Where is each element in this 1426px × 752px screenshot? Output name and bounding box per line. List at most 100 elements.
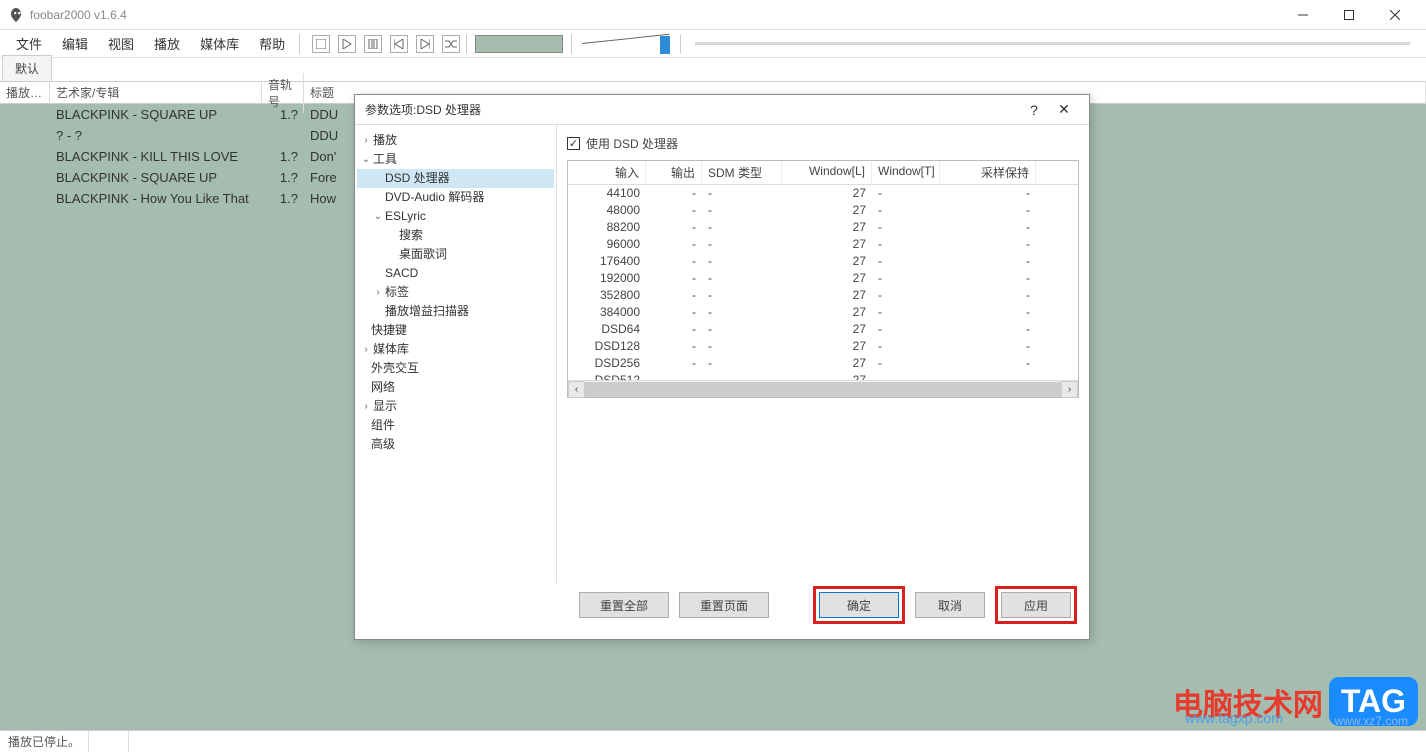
- tree-components[interactable]: 组件: [357, 416, 554, 435]
- th-input[interactable]: 输入: [568, 161, 646, 184]
- spectrum-display: [475, 35, 563, 53]
- menu-edit[interactable]: 编辑: [52, 30, 98, 57]
- separator: [299, 34, 300, 54]
- watermark: 电脑技术网 www.tagxp.com TAG www.xz7.com: [1173, 677, 1418, 726]
- use-dsd-checkbox[interactable]: ✓ 使用 DSD 处理器: [567, 135, 1079, 152]
- tree-network[interactable]: 网络: [357, 378, 554, 397]
- app-title: foobar2000 v1.6.4: [30, 8, 1280, 22]
- tree-tools: ⌄工具: [357, 150, 554, 169]
- maximize-button[interactable]: [1326, 0, 1372, 30]
- tree-search[interactable]: 搜索: [357, 226, 554, 245]
- menu-view[interactable]: 视图: [98, 30, 144, 57]
- preferences-tree[interactable]: ›播放 ⌄工具 DSD 处理器 DVD-Audio 解码器 ⌄ESLyric 搜…: [355, 125, 557, 583]
- tree-shortcuts[interactable]: 快捷键: [357, 321, 554, 340]
- tree-dvd[interactable]: DVD-Audio 解码器: [357, 188, 554, 207]
- dialog-close-button[interactable]: ✕: [1049, 101, 1079, 118]
- stop-button[interactable]: [312, 35, 330, 53]
- reset-all-button[interactable]: 重置全部: [579, 592, 669, 618]
- cancel-button[interactable]: 取消: [915, 592, 985, 618]
- prev-button[interactable]: [390, 35, 408, 53]
- tree-shell[interactable]: 外壳交互: [357, 359, 554, 378]
- titlebar: foobar2000 v1.6.4: [0, 0, 1426, 30]
- checkbox-icon: ✓: [567, 137, 580, 150]
- scroll-left-icon[interactable]: ‹: [568, 381, 585, 398]
- apply-button[interactable]: 应用: [1001, 592, 1071, 618]
- menu-help[interactable]: 帮助: [249, 30, 295, 57]
- tab-default[interactable]: 默认: [2, 55, 52, 81]
- chevron-right-icon[interactable]: ›: [359, 132, 373, 149]
- horizontal-scrollbar[interactable]: ‹ ›: [568, 380, 1078, 397]
- help-button[interactable]: ?: [1019, 102, 1049, 118]
- dialog-titlebar: 参数选项:DSD 处理器 ? ✕: [355, 95, 1089, 125]
- table-row[interactable]: DSD64--27--: [568, 321, 1078, 338]
- next-button[interactable]: [416, 35, 434, 53]
- statusbar: 播放已停止。: [0, 730, 1426, 752]
- preferences-dialog: 参数选项:DSD 处理器 ? ✕ ›播放 ⌄工具 DSD 处理器 DVD-Aud…: [354, 94, 1090, 640]
- table-row[interactable]: DSD512--27--: [568, 372, 1078, 380]
- random-button[interactable]: [442, 35, 460, 53]
- th-sdm[interactable]: SDM 类型: [702, 161, 782, 184]
- menu-play[interactable]: 播放: [144, 30, 190, 57]
- tree-display: ›显示: [357, 397, 554, 416]
- table-row[interactable]: 44100--27--: [568, 185, 1078, 202]
- chevron-down-icon[interactable]: ⌄: [359, 151, 373, 168]
- table-header: 输入 输出 SDM 类型 Window[L] Window[T] 采样保持: [568, 161, 1078, 185]
- play-button[interactable]: [338, 35, 356, 53]
- table-row[interactable]: 192000--27--: [568, 270, 1078, 287]
- close-button[interactable]: [1372, 0, 1418, 30]
- tree-medialib: ›媒体库: [357, 340, 554, 359]
- table-body[interactable]: 44100--27--48000--27--88200--27--96000--…: [568, 185, 1078, 380]
- tree-advanced[interactable]: 高级: [357, 435, 554, 454]
- seek-bar[interactable]: [695, 42, 1410, 45]
- dialog-footer: 重置全部 重置页面 确定 取消 应用: [355, 583, 1089, 639]
- playback-toolbar: [310, 35, 462, 53]
- chevron-right-icon[interactable]: ›: [359, 341, 373, 358]
- minimize-button[interactable]: [1280, 0, 1326, 30]
- preferences-content: ✓ 使用 DSD 处理器 输入 输出 SDM 类型 Window[L] Wind…: [557, 125, 1089, 583]
- reset-page-button[interactable]: 重置页面: [679, 592, 769, 618]
- th-samplehold[interactable]: 采样保持: [940, 161, 1036, 184]
- chevron-right-icon[interactable]: ›: [371, 284, 385, 301]
- main-window: foobar2000 v1.6.4 文件 编辑 视图 播放 媒体库 帮助: [0, 0, 1426, 752]
- table-row[interactable]: DSD256--27--: [568, 355, 1078, 372]
- table-row[interactable]: 96000--27--: [568, 236, 1078, 253]
- scroll-right-icon[interactable]: ›: [1061, 381, 1078, 398]
- th-output[interactable]: 输出: [646, 161, 702, 184]
- table-row[interactable]: 176400--27--: [568, 253, 1078, 270]
- dsd-table: 输入 输出 SDM 类型 Window[L] Window[T] 采样保持 44…: [567, 160, 1079, 398]
- separator: [571, 34, 572, 54]
- separator: [466, 34, 467, 54]
- tree-desktop-lyric[interactable]: 桌面歌词: [357, 245, 554, 264]
- highlight-ok: 确定: [813, 586, 905, 624]
- table-row[interactable]: 48000--27--: [568, 202, 1078, 219]
- table-row[interactable]: DSD128--27--: [568, 338, 1078, 355]
- separator: [680, 34, 681, 54]
- tree-eslyric: ⌄ESLyric: [357, 207, 554, 226]
- app-icon: [8, 7, 24, 23]
- col-artist-album[interactable]: 艺术家/专辑: [50, 81, 262, 104]
- scroll-thumb[interactable]: [585, 382, 1061, 397]
- volume-slider[interactable]: [582, 43, 670, 44]
- pause-button[interactable]: [364, 35, 382, 53]
- table-row[interactable]: 88200--27--: [568, 219, 1078, 236]
- chevron-right-icon[interactable]: ›: [359, 398, 373, 415]
- chevron-down-icon[interactable]: ⌄: [371, 208, 385, 225]
- checkbox-label: 使用 DSD 处理器: [586, 135, 678, 152]
- menu-file[interactable]: 文件: [6, 30, 52, 57]
- table-row[interactable]: 352800--27--: [568, 287, 1078, 304]
- table-row[interactable]: 384000--27--: [568, 304, 1078, 321]
- menu-library[interactable]: 媒体库: [190, 30, 249, 57]
- dialog-title: 参数选项:DSD 处理器: [365, 101, 1019, 118]
- tree-dsd[interactable]: DSD 处理器: [357, 169, 554, 188]
- ok-button[interactable]: 确定: [819, 592, 899, 618]
- th-windowl[interactable]: Window[L]: [782, 161, 872, 184]
- tree-playback: ›播放: [357, 131, 554, 150]
- th-windowt[interactable]: Window[T]: [872, 161, 940, 184]
- status-empty: [89, 731, 129, 752]
- highlight-apply: 应用: [995, 586, 1077, 624]
- menubar: 文件 编辑 视图 播放 媒体库 帮助: [0, 30, 1426, 58]
- tree-sacd[interactable]: SACD: [357, 264, 554, 283]
- col-playorder[interactable]: 播放…: [0, 81, 50, 104]
- tree-replaygain[interactable]: 播放增益扫描器: [357, 302, 554, 321]
- status-text: 播放已停止。: [0, 731, 89, 752]
